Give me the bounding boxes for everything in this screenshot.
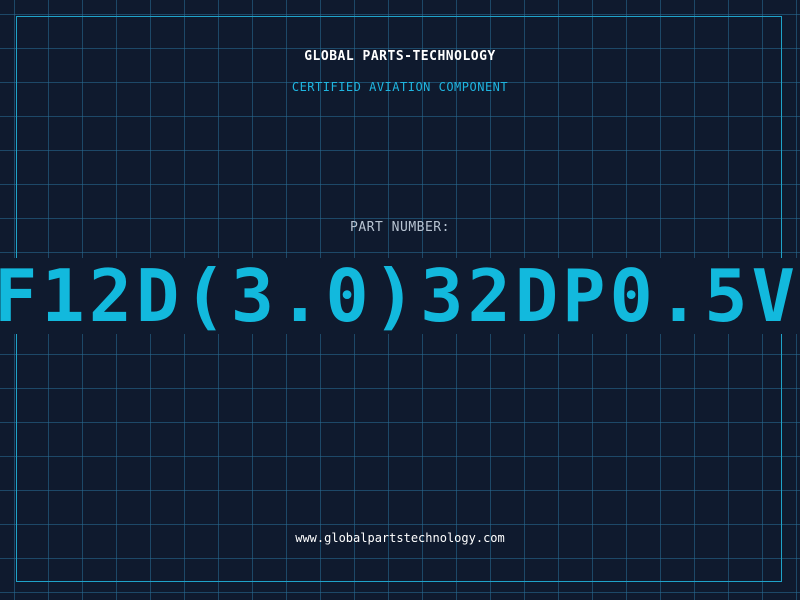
part-number-band: F12D(3.0)32DP0.5V8 [0,258,800,334]
company-name: GLOBAL PARTS-TECHNOLOGY [304,49,496,64]
part-number-value: F12D(3.0)32DP0.5V8 [0,258,800,334]
website-url: www.globalpartstechnology.com [295,531,505,545]
certification-tagline: CERTIFIED AVIATION COMPONENT [291,80,509,94]
part-number-label: PART NUMBER: [350,220,450,235]
